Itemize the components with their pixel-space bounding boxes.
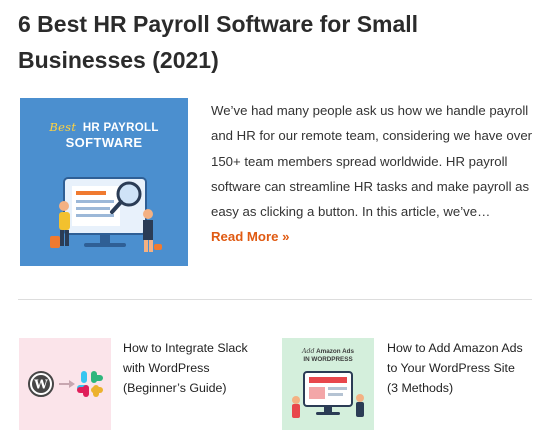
blog-listing: 6 Best HR Payroll Software for Small Bus… xyxy=(0,0,550,443)
thumbnail-line2: SOFTWARE xyxy=(65,135,143,150)
excerpt-text: We’ve had many people ask us how we hand… xyxy=(211,103,533,220)
article-title[interactable]: 6 Best HR Payroll Software for Small Bus… xyxy=(18,6,538,78)
wordpress-slack-graphic: W xyxy=(28,371,103,397)
svg-text:W: W xyxy=(33,378,48,392)
thumbnail-heading: Best HR PAYROLL xyxy=(20,120,188,134)
featured-image[interactable]: Best HR PAYROLL SOFTWARE xyxy=(20,98,188,266)
related-thumb-amazon[interactable]: Add Amazon Ads IN WORDPRESS xyxy=(282,338,374,430)
article-excerpt: We’ve had many people ask us how we hand… xyxy=(211,98,536,250)
thumbnail-line1: HR PAYROLL xyxy=(82,122,159,134)
related-title-amazon[interactable]: How to Add Amazon Ads to Your WordPress … xyxy=(387,338,527,398)
amazon-ads-graphic xyxy=(292,371,364,418)
related-thumb-slack[interactable]: W xyxy=(19,338,111,430)
related-title-slack[interactable]: How to Integrate Slack with WordPress (B… xyxy=(123,338,261,398)
arrow-right-icon xyxy=(59,380,75,388)
payroll-illustration xyxy=(50,177,162,252)
read-more-link[interactable]: Read More » xyxy=(211,229,289,244)
section-divider xyxy=(18,299,532,300)
slack-icon xyxy=(77,371,103,397)
thumbnail-best-word: Best xyxy=(49,120,77,134)
wordpress-icon: W xyxy=(28,371,54,397)
